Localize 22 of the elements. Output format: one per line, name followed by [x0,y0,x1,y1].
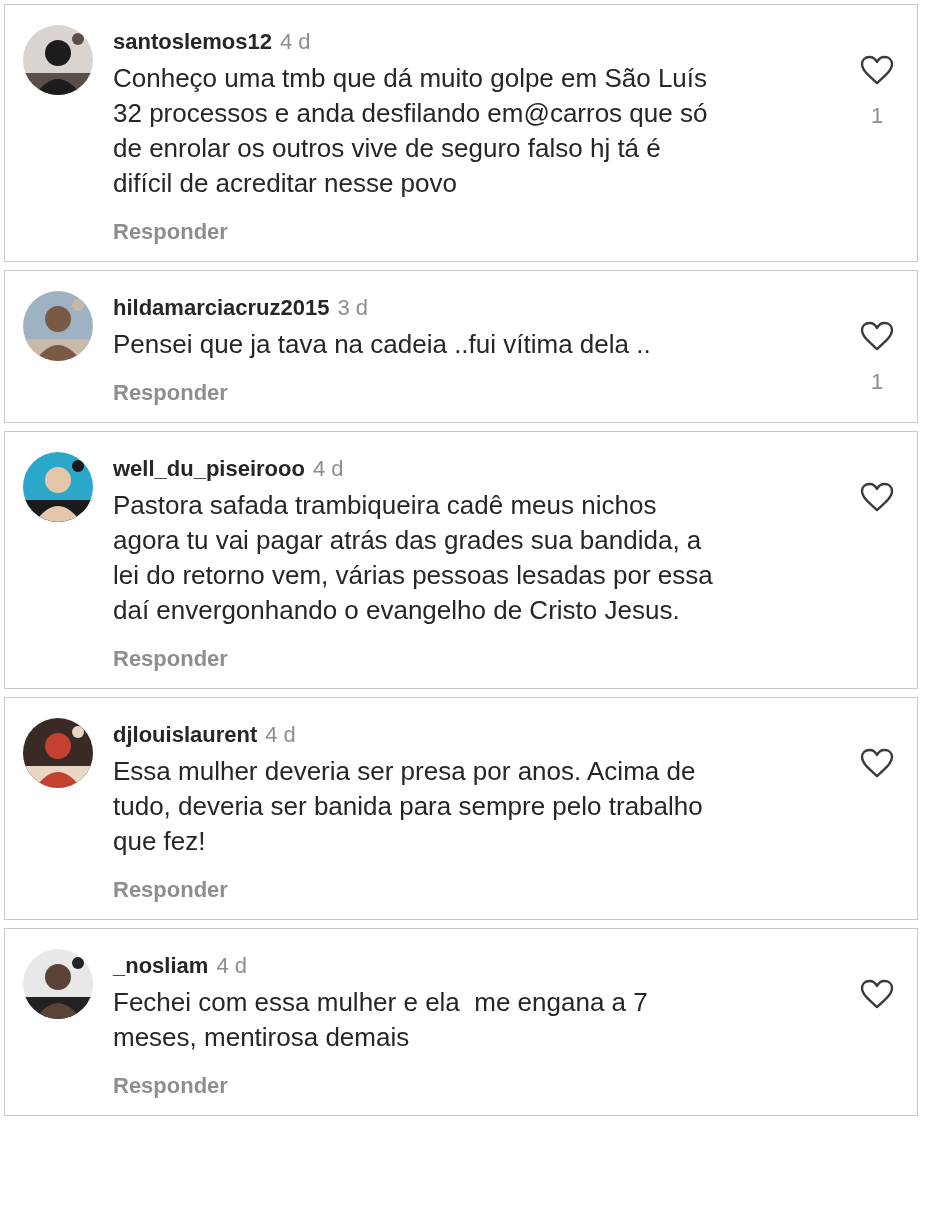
heart-icon[interactable] [860,55,894,85]
username[interactable]: _nosliam [113,953,209,979]
username[interactable]: djlouislaurent [113,722,258,748]
like-count: 1 [870,103,884,129]
username[interactable]: santoslemos12 [113,29,272,55]
heart-icon[interactable] [860,321,894,351]
username[interactable]: well_du_piseirooo [113,456,305,482]
comment-text: Fechei com essa mulher e ela me engana a 7 meses, mentirosa demais [113,986,649,1054]
heart-icon[interactable] [860,482,894,512]
like-count: 1 [870,369,884,395]
comment-text: Pastora safada trambiqueira cadê meus nichos agora tu vai pagar atrás das grades sua bandida, a lei do retorno vem, várias pessoas lesadas por essa daí envergonhando o evangelho de Cristo Jesus. [113,489,714,627]
timestamp: 4 d [312,456,344,482]
comment-text: Conheço uma tmb que dá muito golpe em São Luís 32 processos e anda desfilando em@carros que só de enrolar os outros vive de seguro falso hj tá é difícil de acreditar nesse povo [113,62,709,200]
username[interactable]: hildamarciacruz2015 [113,295,330,321]
timestamp: 4 d [279,29,311,55]
timestamp: 4 d [265,722,296,748]
comment-text: Pensei que ja tava na cadeia ..fui vítima dela .. [113,328,652,361]
heart-icon[interactable] [860,979,894,1009]
timestamp: 4 d [216,953,247,979]
heart-icon[interactable] [860,748,894,778]
comment-text: Essa mulher deveria ser presa por anos. Acima de tudo, deveria ser banida para sempre pelo trabalho que fez! [113,755,704,858]
timestamp: 3 d [337,295,369,321]
